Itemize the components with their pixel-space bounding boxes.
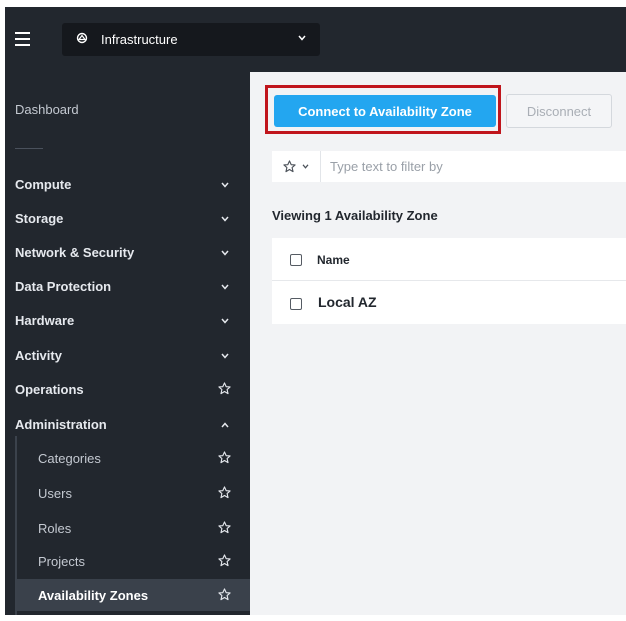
sidebar-item-operations[interactable]: Operations	[5, 374, 250, 404]
chevron-down-icon	[221, 353, 229, 359]
row-checkbox[interactable]	[290, 298, 302, 310]
sidebar-item-label: Roles	[38, 521, 72, 536]
sidebar-item-dashboard[interactable]: Dashboard	[15, 102, 79, 117]
chevron-down-icon	[221, 318, 229, 324]
sidebar-item-hardware[interactable]: Hardware	[5, 305, 250, 335]
chevron-down-icon	[221, 182, 229, 188]
star-icon[interactable]	[218, 486, 231, 499]
sidebar-item-label: Hardware	[15, 313, 75, 328]
sidebar-item-label: Administration	[15, 417, 107, 432]
table-header: Name	[272, 238, 626, 281]
column-header-name[interactable]: Name	[317, 253, 350, 267]
sidebar-item-data-protection[interactable]: Data Protection	[5, 271, 250, 301]
sidebar-item-label: Availability Zones	[38, 588, 149, 603]
chevron-down-icon	[221, 250, 229, 256]
app-name: Infrastructure	[101, 32, 178, 47]
sidebar-item-administration[interactable]: Administration	[5, 409, 250, 439]
sidebar-item-roles[interactable]: Roles	[17, 512, 250, 544]
sidebar-divider	[15, 148, 43, 149]
sidebar-item-storage[interactable]: Storage	[5, 203, 250, 233]
sidebar-item-projects[interactable]: Projects	[17, 545, 250, 577]
sidebar-item-label: Data Protection	[15, 279, 112, 294]
app-switcher[interactable]: Infrastructure	[62, 23, 320, 56]
main-content: Connect to Availability Zone Disconnect …	[250, 72, 626, 615]
sidebar-item-label: Categories	[38, 451, 101, 466]
disconnect-button[interactable]: Disconnect	[506, 94, 612, 128]
chevron-down-icon	[298, 35, 306, 41]
zone-name[interactable]: Local AZ	[318, 294, 377, 310]
result-count: Viewing 1 Availability Zone	[272, 208, 438, 223]
chevron-down-icon	[221, 284, 229, 290]
sidebar-item-label: Operations	[15, 382, 84, 397]
filter-input[interactable]	[330, 151, 620, 182]
sidebar-item-label: Projects	[38, 554, 85, 569]
sidebar-item-availability-zones[interactable]: Availability Zones	[17, 579, 250, 611]
select-all-checkbox[interactable]	[290, 254, 302, 266]
filter-bar	[272, 151, 626, 182]
app-frame: Infrastructure Dashboard Compute Storage…	[5, 7, 626, 615]
chevron-up-icon	[221, 422, 229, 428]
sidebar-item-network-security[interactable]: Network & Security	[5, 237, 250, 267]
chevron-down-icon	[302, 164, 309, 169]
hamburger-menu-icon[interactable]	[15, 32, 30, 46]
sidebar-item-compute[interactable]: Compute	[5, 169, 250, 199]
sidebar-item-label: Compute	[15, 177, 72, 192]
connect-availability-zone-button[interactable]: Connect to Availability Zone	[274, 95, 496, 127]
availability-zone-table: Name Local AZ	[272, 238, 626, 324]
sidebar-item-label: Users	[38, 486, 72, 501]
infrastructure-icon	[76, 32, 88, 44]
filter-divider	[320, 151, 321, 182]
sidebar-item-categories[interactable]: Categories	[17, 442, 250, 474]
star-icon	[283, 160, 296, 173]
star-icon[interactable]	[218, 554, 231, 567]
top-bar: Infrastructure	[5, 7, 626, 72]
sidebar-item-label: Storage	[15, 211, 64, 226]
star-icon[interactable]	[218, 451, 231, 464]
sidebar: Dashboard Compute Storage Network & Secu…	[5, 72, 250, 615]
star-icon[interactable]	[218, 588, 231, 601]
star-icon[interactable]	[218, 521, 231, 534]
sidebar-item-activity[interactable]: Activity	[5, 340, 250, 370]
sidebar-item-label: Network & Security	[15, 245, 135, 260]
chevron-down-icon	[221, 216, 229, 222]
sidebar-item-users[interactable]: Users	[17, 477, 250, 509]
star-icon[interactable]	[218, 382, 231, 395]
favorites-filter-dropdown[interactable]	[272, 151, 320, 182]
table-row[interactable]: Local AZ	[272, 281, 626, 324]
sidebar-item-label: Activity	[15, 348, 62, 363]
